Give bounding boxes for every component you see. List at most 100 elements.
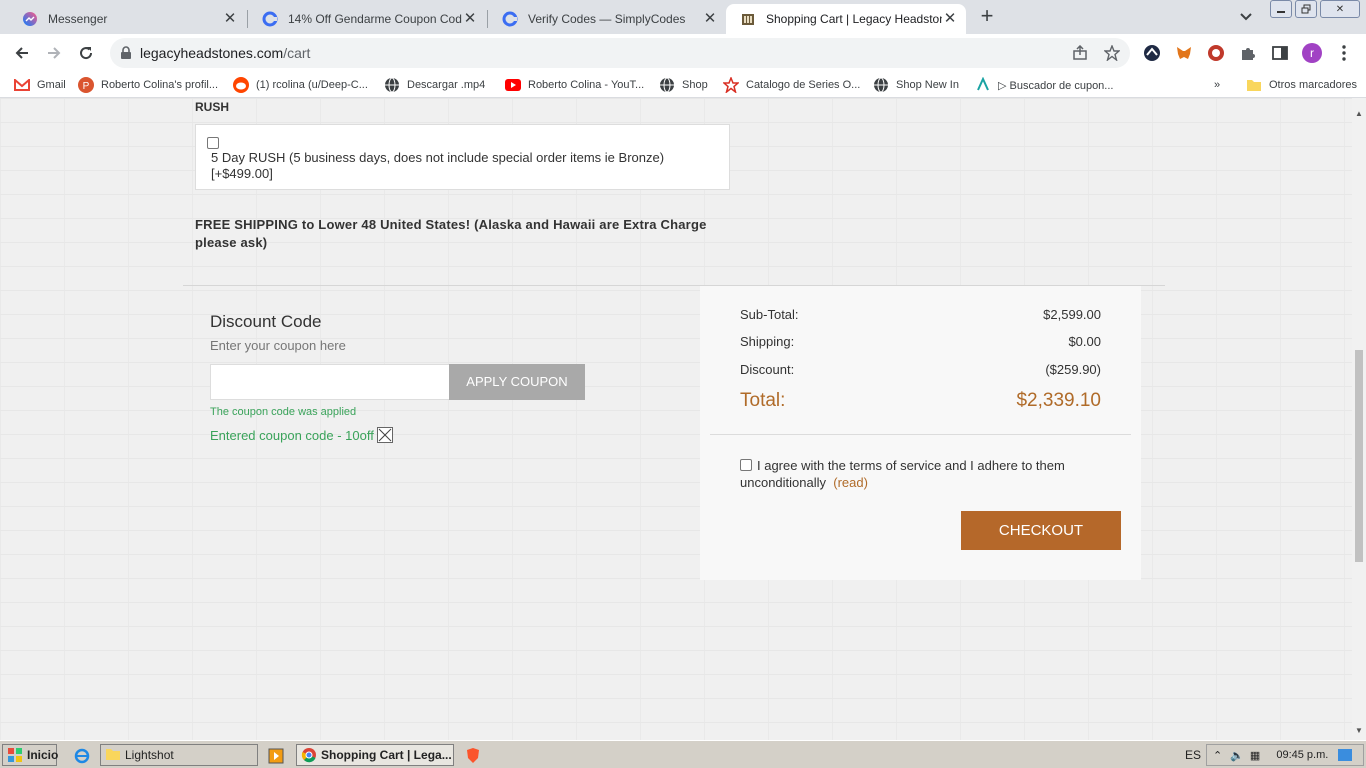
reddit-icon: [233, 77, 249, 93]
page-scrollbar[interactable]: ▲ ▼: [1352, 98, 1366, 740]
rush-heading: RUSH: [195, 100, 230, 114]
folder-icon: [1246, 77, 1262, 93]
simplycodes-icon: [262, 11, 278, 27]
subtotal-label: Sub-Total:: [740, 307, 799, 322]
globe-icon: [873, 77, 889, 93]
internet-explorer-icon[interactable]: [74, 748, 90, 764]
discount-title: Discount Code: [210, 312, 322, 331]
total-value: $2,339.10: [1016, 390, 1101, 411]
gmail-icon: [14, 77, 30, 93]
terms-agreement: I agree with the terms of service and I …: [740, 457, 1120, 491]
shipping-row: Shipping: $0.00: [740, 334, 1101, 349]
share-icon[interactable]: [1072, 44, 1088, 61]
side-panel-icon[interactable]: [1270, 43, 1290, 63]
browser-toolbar: legacyheadstones.com/cart r: [0, 34, 1366, 72]
tab-search-icon[interactable]: [1238, 8, 1254, 24]
discount-subtitle: Enter your coupon here: [210, 338, 346, 353]
bookmark-descargar[interactable]: Descargar .mp4: [384, 77, 485, 93]
total-row: Total: $2,339.10: [740, 390, 1101, 412]
shipping-value: $0.00: [1068, 334, 1101, 349]
bookmark-catalogo[interactable]: Catalogo de Series O...: [723, 77, 860, 93]
close-window-button[interactable]: ✕: [1320, 0, 1360, 18]
folder-icon: [106, 749, 120, 760]
subtotal-row: Sub-Total: $2,599.00: [740, 307, 1101, 322]
minimize-button[interactable]: [1270, 0, 1292, 18]
tab-gendarme-coupons[interactable]: 14% Off Gendarme Coupon Codes | ✕: [248, 4, 486, 34]
show-desktop-icon[interactable]: [1338, 749, 1353, 761]
youtube-icon: [505, 77, 521, 93]
tab-shopping-cart[interactable]: Shopping Cart | Legacy Headstones ✕: [726, 4, 966, 34]
back-button[interactable]: [10, 41, 34, 65]
media-player-icon[interactable]: [268, 748, 284, 764]
start-button[interactable]: Inicio: [2, 744, 58, 766]
bookmark-buscador-cupones[interactable]: ▷ Buscador de cupon...: [975, 77, 1113, 93]
extension-icon[interactable]: [1142, 43, 1162, 63]
other-bookmarks-folder[interactable]: Otros marcadores: [1246, 77, 1357, 93]
discount-value: ($259.90): [1045, 362, 1101, 377]
svg-text:r: r: [1310, 46, 1314, 60]
taskbar-item-chrome[interactable]: Shopping Cart | Lega...: [296, 744, 454, 766]
extension-icon[interactable]: [1206, 43, 1226, 63]
close-tab-icon[interactable]: ✕: [942, 11, 958, 27]
bookmark-producthunt[interactable]: P Roberto Colina's profil...: [78, 77, 218, 93]
scrollbar-thumb[interactable]: [1355, 350, 1363, 562]
scroll-down-icon[interactable]: ▼: [1355, 727, 1363, 735]
shipping-label: Shipping:: [740, 334, 795, 349]
rush-checkbox[interactable]: [207, 137, 219, 149]
coupon-input[interactable]: [210, 364, 450, 400]
close-tab-icon[interactable]: ✕: [462, 11, 478, 27]
avatar[interactable]: r: [1302, 43, 1322, 63]
apply-coupon-button[interactable]: APPLY COUPON: [449, 364, 585, 400]
network-icon[interactable]: ▦: [1250, 749, 1260, 762]
clock[interactable]: 09:45 p.m.: [1276, 749, 1328, 761]
address-bar[interactable]: legacyheadstones.com/cart: [110, 38, 1130, 68]
bookmark-gmail[interactable]: Gmail: [14, 77, 66, 93]
discount-label: Discount:: [740, 362, 795, 377]
bookmark-youtube[interactable]: Roberto Colina - YouT...: [505, 77, 644, 93]
subtotal-value: $2,599.00: [1043, 307, 1101, 322]
bookmark-reddit[interactable]: (1) rcolina (u/Deep-C...: [233, 77, 368, 93]
tab-verify-codes[interactable]: Verify Codes — SimplyCodes ✕: [488, 4, 726, 34]
terms-text: I agree with the terms of service and I …: [740, 458, 1065, 490]
lock-icon[interactable]: [120, 46, 132, 63]
page-content: RUSH 5 Day RUSH (5 business days, does n…: [0, 98, 1352, 740]
taskbar: Inicio Lightshot Shopping Cart | Lega...…: [0, 740, 1366, 768]
forward-button[interactable]: [42, 41, 66, 65]
remove-coupon-icon[interactable]: [376, 427, 393, 443]
entered-coupon-label: Entered coupon code - 10off: [210, 427, 374, 443]
bookmark-shop[interactable]: Shop: [659, 77, 708, 93]
volume-icon[interactable]: 🔈: [1230, 749, 1244, 762]
tab-strip: Messenger ✕ 14% Off Gendarme Coupon Code…: [0, 0, 1366, 34]
new-tab-button[interactable]: +: [976, 5, 998, 28]
language-indicator[interactable]: ES: [1185, 748, 1201, 762]
metamask-icon[interactable]: [1174, 43, 1194, 63]
producthunt-icon: P: [78, 77, 94, 93]
tab-messenger[interactable]: Messenger ✕: [8, 4, 246, 34]
taskbar-item-lightshot[interactable]: Lightshot: [100, 744, 258, 766]
browser-menu-icon[interactable]: [1334, 43, 1354, 63]
coupon-applied-message: The coupon code was applied: [210, 406, 357, 418]
system-tray: ⌃ 🔈 ▦ 09:45 p.m.: [1206, 744, 1364, 766]
reload-button[interactable]: [74, 41, 98, 65]
restore-button[interactable]: [1295, 0, 1317, 18]
ticket-icon: [975, 77, 991, 93]
rush-option-box: 5 Day RUSH (5 business days, does not in…: [195, 124, 730, 190]
chevron-up-icon[interactable]: ⌃: [1213, 749, 1222, 762]
windows-logo-icon: [8, 748, 22, 762]
scroll-up-icon[interactable]: ▲: [1355, 110, 1363, 118]
totals-divider: [710, 434, 1131, 435]
svg-text:P: P: [83, 81, 90, 92]
checkout-button[interactable]: CHECKOUT: [961, 511, 1121, 550]
close-tab-icon[interactable]: ✕: [702, 11, 718, 27]
brave-icon[interactable]: [465, 747, 481, 764]
messenger-icon: [22, 11, 38, 27]
terms-checkbox[interactable]: [740, 459, 752, 471]
extensions-puzzle-icon[interactable]: [1238, 43, 1258, 63]
more-bookmarks-icon[interactable]: »: [1214, 77, 1220, 93]
bookmarks-bar: Gmail P Roberto Colina's profil... (1) r…: [0, 72, 1366, 98]
globe-icon: [384, 77, 400, 93]
bookmark-star-icon[interactable]: [1103, 44, 1121, 62]
bookmark-shop-new-in[interactable]: Shop New In: [873, 77, 959, 93]
close-tab-icon[interactable]: ✕: [222, 11, 238, 27]
terms-read-link[interactable]: (read): [833, 475, 868, 490]
